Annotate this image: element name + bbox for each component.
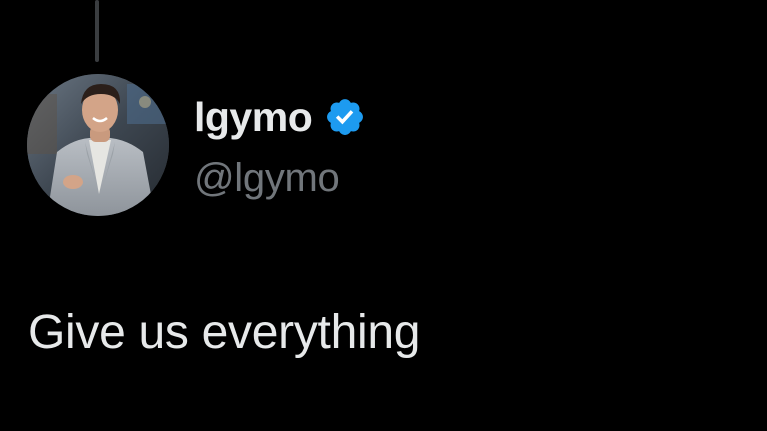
tweet-text: Give us everything [28,306,421,359]
avatar-photo [27,74,169,216]
user-handle[interactable]: @lgymo [194,152,340,204]
thread-connector-line [95,0,99,62]
verified-badge-icon[interactable] [324,96,366,138]
avatar[interactable] [27,74,169,216]
display-name[interactable]: lgymo [194,92,313,142]
author-name-row[interactable]: lgymo [194,92,366,142]
